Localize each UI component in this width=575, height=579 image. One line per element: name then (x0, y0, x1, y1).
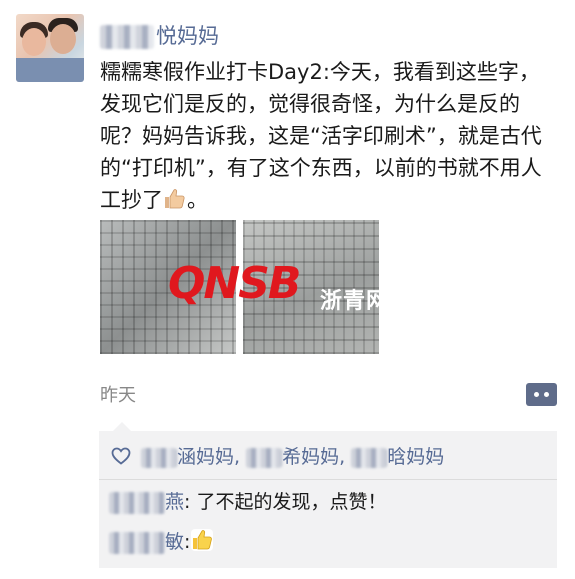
name-blur-mask (100, 25, 154, 49)
comment-row[interactable]: 敏: (109, 527, 214, 554)
likes-row: 涵妈妈, 希妈妈, 晗妈妈 (111, 442, 444, 469)
post-text: 糯糯寒假作业打卡Day2:今天，我看到这些字，发现它们是反的，觉得很奇怪，为什么… (100, 56, 550, 216)
author-name[interactable]: 悦妈妈 (100, 21, 219, 51)
post-period: 。 (187, 188, 208, 212)
comment-row[interactable]: 燕: 了不起的发现，点赞！ (109, 487, 386, 514)
watermark-brand: 浙青网 (320, 289, 390, 314)
post-time: 昨天 (100, 385, 136, 406)
commenter-name[interactable]: 燕 (165, 491, 184, 513)
liker-3[interactable]: 晗妈妈 (387, 446, 444, 468)
thumbs-up-icon (165, 189, 185, 209)
thumbs-up-icon (191, 529, 214, 551)
more-dots-icon (534, 392, 539, 397)
author-name-text: 悦妈妈 (156, 24, 219, 48)
liker-1[interactable]: 涵妈妈 (177, 446, 234, 468)
more-actions-button[interactable] (526, 383, 557, 406)
comment-text: 了不起的发现，点赞！ (196, 491, 387, 513)
watermark-logo: QNSB (168, 258, 301, 309)
commenter-name[interactable]: 敏 (165, 531, 184, 553)
comments-panel: 涵妈妈, 希妈妈, 晗妈妈 燕: 了不起的发现，点赞！ 敏: (99, 422, 557, 568)
divider (99, 479, 557, 480)
heart-outline-icon (111, 447, 131, 465)
liker-2[interactable]: 希妈妈 (282, 446, 339, 468)
author-avatar[interactable] (16, 14, 84, 82)
